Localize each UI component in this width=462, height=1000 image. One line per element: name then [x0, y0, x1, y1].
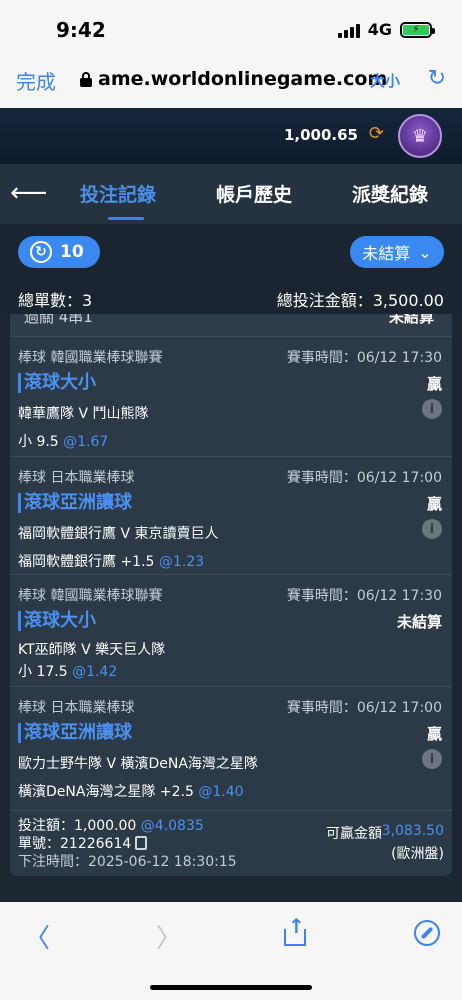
- back-icon[interactable]: 〈: [24, 918, 50, 955]
- leg-pick: 福岡軟體銀行鷹 +1.5 @1.23: [18, 554, 205, 570]
- info-icon[interactable]: i: [422, 749, 442, 769]
- active-tab-indicator: [108, 217, 144, 220]
- leg-league: 棒球 日本職業棒球: [18, 470, 135, 486]
- info-icon[interactable]: i: [422, 399, 442, 419]
- bet-leg: 棒球 日本職業棒球 賽事時間：06/12 17:00 滾球亞洲讓球 贏 i 福岡…: [10, 456, 452, 574]
- total-orders: 總單數：3: [18, 291, 93, 310]
- balance-amount: 1,000.65: [283, 126, 358, 144]
- leg-pick: 小 9.5 @1.67: [18, 434, 109, 450]
- balance-header: 1,000.65 ⟳ ♛: [0, 108, 462, 164]
- leg-league: 棒球 日本職業棒球: [18, 700, 135, 716]
- browser-url-bar: 完成 ame.worldonlinegame.com 大小 ↻: [0, 58, 462, 108]
- parlay-type: 過關 4串1: [24, 314, 93, 326]
- done-button[interactable]: 完成: [16, 66, 56, 95]
- bet-leg: 棒球 韓國職業棒球聯賽 賽事時間：06/12 17:30 滾球大小 未結算 KT…: [10, 574, 452, 686]
- avatar[interactable]: ♛: [398, 114, 442, 158]
- text-size-button[interactable]: 大小: [370, 70, 400, 91]
- summary-row: 總單數：3 總投注金額：3,500.00: [0, 280, 462, 314]
- lock-icon: [80, 72, 92, 87]
- leg-time: 賽事時間：06/12 17:30: [286, 588, 442, 604]
- ios-status-bar: 9:42 4G ⚡: [0, 0, 462, 58]
- odds-type: (歐洲盤): [391, 846, 444, 862]
- battery-icon: ⚡: [400, 21, 435, 38]
- back-arrow-icon[interactable]: ⟵: [10, 178, 47, 208]
- reload-icon[interactable]: ↻: [428, 66, 446, 91]
- potential-win-label: 可贏金額: [326, 826, 382, 842]
- bet-leg: 棒球 韓國職業棒球聯賽 賽事時間：06/12 17:30 滾球大小 贏 i 韓華…: [10, 336, 452, 456]
- copy-icon[interactable]: [135, 836, 148, 850]
- status-indicators: 4G ⚡: [337, 20, 435, 39]
- status-time: 9:42: [56, 18, 106, 42]
- leg-result: 贏: [426, 495, 442, 513]
- leg-teams: 韓華鷹隊 V 鬥山熊隊: [18, 406, 149, 422]
- home-indicator: [150, 985, 312, 990]
- leg-teams: KT巫師隊 V 樂天巨人隊: [18, 642, 166, 658]
- potential-win-value: 3,083.50: [381, 823, 444, 839]
- tab-bet-records[interactable]: 投注記錄: [80, 180, 156, 207]
- leg-market: 滾球大小: [18, 373, 96, 393]
- leg-time: 賽事時間：06/12 17:30: [286, 350, 442, 366]
- tab-account-history[interactable]: 帳戶歷史: [216, 180, 292, 207]
- url-text: ame.worldonlinegame.com: [98, 68, 388, 90]
- refresh-count: 10: [60, 242, 84, 262]
- tab-payout-records[interactable]: 派獎紀錄: [352, 180, 428, 207]
- forward-icon[interactable]: 〉: [156, 918, 182, 955]
- signal-icon: [337, 22, 360, 38]
- leg-time: 賽事時間：06/12 17:00: [286, 700, 442, 716]
- leg-market: 滾球亞洲讓球: [18, 723, 132, 743]
- leg-teams: 歐力士野牛隊 V 橫濱DeNA海灣之星隊: [18, 756, 258, 772]
- refresh-count-button[interactable]: ↻ 10: [18, 236, 100, 268]
- filter-row: ↻ 10 未結算 ⌄: [0, 224, 462, 280]
- card-header: 過關 4串1 未結算: [10, 314, 452, 336]
- address-field[interactable]: ame.worldonlinegame.com: [80, 68, 387, 90]
- card-footer: 投注額：1,000.00 @4.0835 單號：21226614 下注時間：20…: [10, 810, 452, 876]
- leg-league: 棒球 韓國職業棒球聯賽: [18, 588, 163, 604]
- total-bet-amount: 總投注金額：3,500.00: [276, 291, 444, 310]
- refresh-balance-icon[interactable]: ⟳: [369, 123, 384, 144]
- leg-teams: 福岡軟體銀行鷹 V 東京讀賣巨人: [18, 526, 219, 542]
- leg-market: 滾球亞洲讓球: [18, 493, 132, 513]
- placed-time: 下注時間：2025-06-12 18:30:15: [18, 854, 237, 870]
- order-number: 單號：21226614: [18, 833, 148, 853]
- card-status: 未結算: [388, 314, 434, 326]
- refresh-icon: ↻: [30, 241, 52, 263]
- leg-result: 贏: [426, 375, 442, 393]
- leg-league: 棒球 韓國職業棒球聯賽: [18, 350, 163, 366]
- leg-pick: 小 17.5 @1.42: [18, 664, 118, 680]
- record-tabs: ⟵ 投注記錄 帳戶歷史 派獎紀錄: [0, 164, 462, 224]
- status-filter-dropdown[interactable]: 未結算 ⌄: [350, 236, 444, 268]
- leg-pick: 橫濱DeNA海灣之星隊 +2.5 @1.40: [18, 784, 244, 800]
- stake-amount: 投注額：1,000.00 @4.0835: [18, 818, 204, 834]
- leg-market: 滾球大小: [18, 611, 96, 631]
- chevron-down-icon: ⌄: [418, 242, 432, 262]
- network-label: 4G: [367, 20, 392, 39]
- compass-icon[interactable]: [414, 920, 440, 946]
- bet-card: 過關 4串1 未結算 棒球 韓國職業棒球聯賽 賽事時間：06/12 17:30 …: [10, 314, 452, 876]
- share-icon[interactable]: [284, 914, 306, 946]
- leg-result: 贏: [426, 725, 442, 743]
- status-filter-value: 未結算: [362, 244, 411, 263]
- info-icon[interactable]: i: [422, 519, 442, 539]
- browser-toolbar: 〈 〉: [0, 902, 462, 1000]
- leg-time: 賽事時間：06/12 17:00: [286, 470, 442, 486]
- leg-result: 未結算: [396, 613, 442, 631]
- bet-leg: 棒球 日本職業棒球 賽事時間：06/12 17:00 滾球亞洲讓球 贏 i 歐力…: [10, 686, 452, 810]
